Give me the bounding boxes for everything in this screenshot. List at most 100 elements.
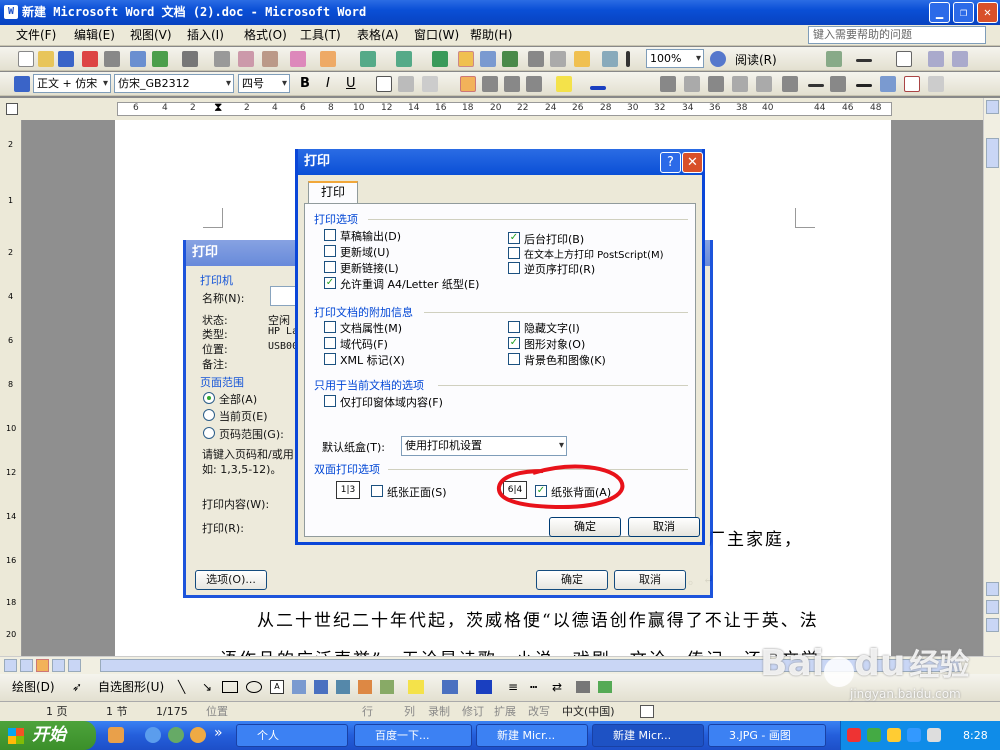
xml-tags-checkbox[interactable] [324,353,336,365]
doc-text-line4[interactable]: 语作品的广泛声誉”，无论是诗歌、小说、戏剧、文论、传记，还是文学 [220,645,820,656]
menu-edit[interactable]: 编辑(E) [74,25,115,46]
styles-pane-icon[interactable] [14,76,30,92]
font-size-select[interactable]: 四号 [238,74,290,93]
text-wrap-icon[interactable] [856,84,872,87]
line-style-icon-2[interactable]: ≡ [508,674,518,701]
help-icon[interactable] [710,51,726,67]
clipart-icon[interactable] [358,680,372,694]
menu-insert[interactable]: 插入(I) [187,25,224,46]
spelling-status-icon[interactable] [640,705,654,718]
style-select[interactable]: 正文 + 仿宋 [33,74,111,93]
ie-icon[interactable] [145,727,161,743]
task-word-1[interactable]: 新建 Micr... [476,724,588,747]
spelling-icon[interactable] [152,51,168,67]
allow-a4-checkbox[interactable]: ✓ [324,277,336,289]
ok-button[interactable]: 确定 [549,517,621,537]
bold-button[interactable]: B [300,76,310,91]
show-hide-icon[interactable] [602,51,618,67]
vertical-textbox-icon[interactable] [292,680,306,694]
char-border-icon[interactable] [376,76,392,92]
brightness-icon[interactable] [756,76,772,92]
textbox-icon[interactable]: A [270,680,284,694]
line-style-icon[interactable] [856,59,872,62]
doc-text-line1[interactable]: 厂主家庭， [708,525,803,550]
menu-format[interactable]: 格式(O) [244,25,287,46]
review-icon[interactable] [826,51,842,67]
task-baidu[interactable]: 百度一下... [354,724,472,747]
close-button[interactable]: ✕ [977,2,998,23]
indent-marker-icon[interactable]: ⧗ [214,100,222,115]
reverse-order-checkbox[interactable] [508,262,520,274]
status-ovr[interactable]: 改写 [528,702,550,722]
arrow-icon[interactable]: ↘ [202,674,212,701]
hidden-text-checkbox[interactable] [508,321,520,333]
form-data-checkbox[interactable] [324,395,336,407]
doc-props-checkbox[interactable] [324,321,336,333]
picture-icon[interactable] [380,680,394,694]
options-button[interactable]: 选项(O)... [195,570,267,590]
insert-picture-icon[interactable] [660,76,676,92]
app-icon[interactable] [168,727,184,743]
more-chevron-icon[interactable]: » [214,725,223,741]
shadow-icon[interactable] [576,681,590,693]
rotate-icon[interactable] [782,76,798,92]
merge-cells-icon[interactable] [952,51,968,67]
tray-icon[interactable] [887,728,901,742]
menu-view[interactable]: 视图(V) [130,25,172,46]
tray-icon[interactable] [867,728,881,742]
open-icon[interactable] [38,51,54,67]
permission-icon[interactable] [82,51,98,67]
update-fields-checkbox[interactable] [324,245,336,257]
align-center-icon[interactable] [482,76,498,92]
align-left-icon[interactable] [460,76,476,92]
bg-colors-checkbox[interactable] [508,353,520,365]
menu-tools[interactable]: 工具(T) [300,25,341,46]
app2-icon[interactable] [190,727,206,743]
copy-icon[interactable] [238,51,254,67]
line-color-icon[interactable] [442,680,458,694]
draw-menu-button[interactable]: 绘图(D) [12,674,55,701]
arrow-style-icon[interactable]: ⇄ [552,674,562,701]
transparent-icon[interactable] [904,76,920,92]
read-button[interactable]: 阅读(R) [735,51,777,68]
current-page-radio[interactable] [203,409,215,421]
dialog-close-button[interactable]: ✕ [682,152,703,173]
web-view-icon[interactable] [20,659,33,672]
all-radio[interactable] [203,392,215,404]
redo-icon[interactable] [396,51,412,67]
font-select[interactable]: 仿宋_GB2312 [114,74,234,93]
print-view-icon[interactable] [36,659,49,672]
horizontal-ruler[interactable]: 6 4 2 ⧗ 2 4 6 8 10 12 14 16 18 20 22 24 … [0,98,1000,120]
scroll-thumb[interactable] [986,138,999,168]
char-scale-icon[interactable] [422,76,438,92]
tray-icon[interactable] [907,728,921,742]
task-personal[interactable]: 个人 [236,724,348,747]
browse-object-button[interactable] [986,600,999,614]
wordart-icon[interactable] [314,680,328,694]
drawing-objects-checkbox[interactable]: ✓ [508,337,520,349]
menu-file[interactable]: 文件(F) [16,25,56,46]
draw-font-color-icon[interactable] [476,680,492,694]
insert-excel-icon[interactable] [502,51,518,67]
border-icon[interactable] [896,51,912,67]
background-print-checkbox[interactable]: ✓ [508,232,520,244]
color-icon[interactable] [684,76,700,92]
compress-icon[interactable] [830,76,846,92]
hyperlink-icon[interactable] [432,51,448,67]
save-icon[interactable] [58,51,74,67]
quicklaunch-icon[interactable] [108,727,124,743]
tables-borders-icon[interactable] [458,51,474,67]
tray-select[interactable]: 使用打印机设置 [401,436,567,456]
scroll-up-button[interactable] [986,100,999,114]
reading-view-icon[interactable] [68,659,81,672]
columns-icon[interactable] [528,51,544,67]
select-objects-icon[interactable]: ➶ [72,674,82,701]
help-search-input[interactable]: 键入需要帮助的问题 [808,26,986,44]
clock[interactable]: 8:28 [963,721,988,750]
print-preview-icon[interactable] [130,51,146,67]
printer-name-select[interactable] [270,286,298,306]
vertical-ruler[interactable]: 2 1 2 4 6 8 10 12 14 16 18 20 [0,120,22,656]
volume-icon[interactable] [927,728,941,742]
maximize-button[interactable]: ❐ [953,2,974,23]
postscript-checkbox[interactable] [508,247,520,259]
